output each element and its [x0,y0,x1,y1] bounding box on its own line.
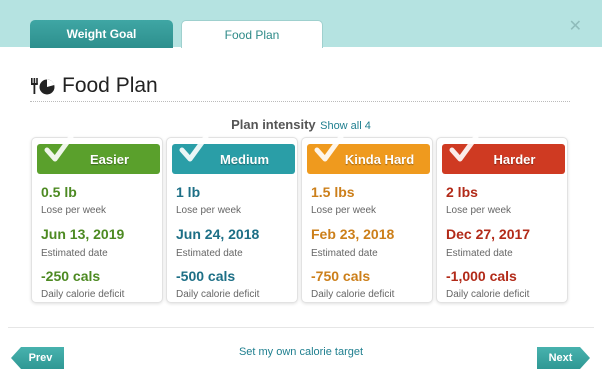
estimated-date-value: Feb 23, 2018 [311,226,395,242]
checkmark-icon [179,134,209,162]
calorie-deficit-label: Daily calorie deficit [311,289,395,300]
plan-card-harder[interactable]: Harder 2 lbs Lose per week Dec 27, 2017 … [436,134,568,303]
estimated-date-label: Estimated date [311,248,378,259]
loss-per-week-value: 2 lbs [446,184,478,200]
checkmark-icon [44,134,74,162]
calorie-deficit-label: Daily calorie deficit [446,289,530,300]
own-calorie-target-link: Set my own calorie target [0,346,602,358]
loss-per-week-label: Lose per week [311,205,377,216]
calorie-deficit-value: -750 cals [311,268,371,284]
loss-per-week-value: 1.5 lbs [311,184,355,200]
loss-per-week-label: Lose per week [446,205,512,216]
plan-intensity-header: Plan intensity Show all 4 [0,116,602,134]
loss-per-week-value: 1 lb [176,184,201,200]
own-calorie-target-text[interactable]: Set my own calorie target [239,346,363,358]
next-button[interactable]: Next [537,347,590,369]
checkmark-icon [314,134,344,162]
plan-card-medium[interactable]: Medium 1 lb Lose per week Jun 24, 2018 E… [166,134,298,303]
show-all-link[interactable]: Show all 4 [320,120,371,132]
plan-card-easier[interactable]: Easier 0.5 lb Lose per week Jun 13, 2019… [31,134,163,303]
page-header: Food Plan [30,70,570,102]
close-icon[interactable]: ✕ [569,16,582,36]
plan-intensity-title: Plan intensity [231,117,316,132]
calorie-deficit-value: -250 cals [41,268,101,284]
estimated-date-value: Dec 27, 2017 [446,226,531,242]
estimated-date-value: Jun 24, 2018 [176,226,260,242]
estimated-date-label: Estimated date [176,248,243,259]
calorie-deficit-value: -1,000 cals [446,268,517,284]
estimated-date-value: Jun 13, 2019 [41,226,125,242]
loss-per-week-label: Lose per week [41,205,107,216]
loss-per-week-label: Lose per week [176,205,242,216]
calorie-deficit-label: Daily calorie deficit [41,289,125,300]
calorie-deficit-label: Daily calorie deficit [176,289,260,300]
estimated-date-label: Estimated date [41,248,108,259]
calorie-deficit-value: -500 cals [176,268,236,284]
plan-card-kinda-hard[interactable]: Kinda Hard 1.5 lbs Lose per week Feb 23,… [301,134,433,303]
loss-per-week-value: 0.5 lb [41,184,77,200]
footer-divider [8,327,594,328]
page-title: Food Plan [62,73,158,97]
estimated-date-label: Estimated date [446,248,513,259]
utensils-plate-icon [31,77,55,94]
tab-food-plan[interactable]: Food Plan [181,20,323,48]
checkmark-icon [449,134,479,162]
tab-weight-goal[interactable]: Weight Goal [30,20,173,48]
plan-cards: Easier 0.5 lb Lose per week Jun 13, 2019… [31,134,571,305]
tab-bar: Weight Goal Food Plan ✕ [0,0,602,48]
